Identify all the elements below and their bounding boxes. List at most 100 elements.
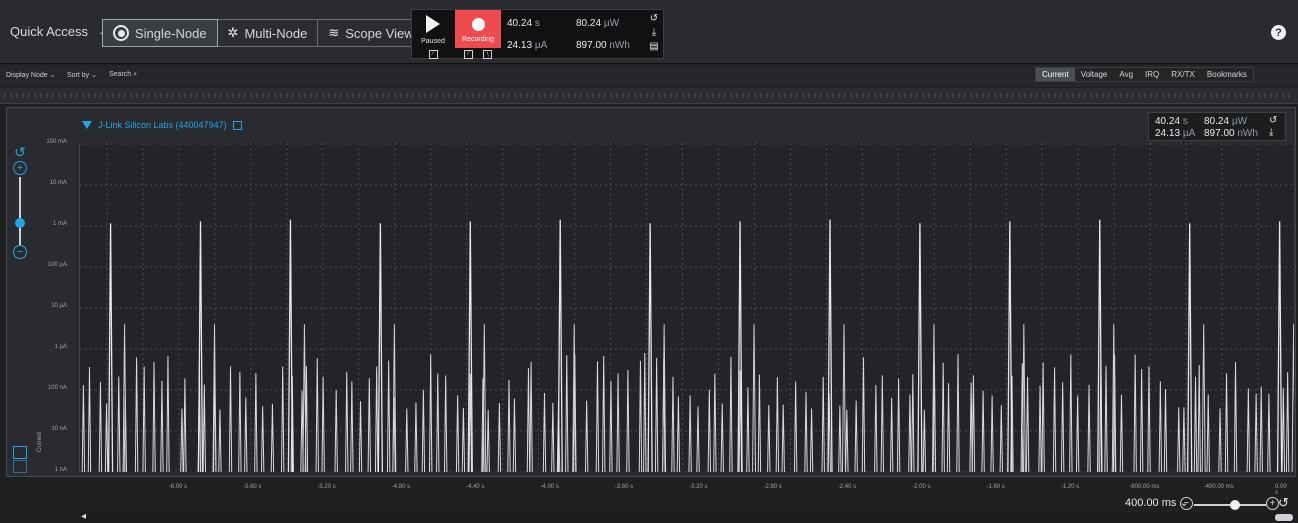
energy-value: 897.00 — [576, 40, 607, 51]
current-pulse — [1224, 373, 1229, 473]
y-axis: 100 mA 10 mA 1 mA 100 µA 10 µA 1 µA 100 … — [7, 139, 79, 475]
current-spike — [1276, 221, 1283, 473]
current-pulse — [654, 357, 659, 473]
current-pulse — [696, 406, 700, 473]
scope-view-button[interactable]: ≋ Scope View — [318, 19, 425, 47]
current-pulse — [821, 376, 825, 473]
display-icon[interactable]: ▤ — [649, 41, 658, 52]
tab-voltage[interactable]: Voltage — [1075, 68, 1114, 81]
current-pulse — [720, 403, 724, 473]
device-energy-unit: nWh — [1237, 128, 1258, 139]
scope-view-icon: ≋ — [328, 25, 340, 40]
current-pulse — [1246, 388, 1251, 473]
current-pulse — [254, 373, 258, 473]
current-spike — [1187, 223, 1193, 473]
reset-icon[interactable]: ↺ — [1269, 115, 1277, 126]
scroll-thumb[interactable] — [1275, 514, 1293, 521]
current-plot[interactable] — [79, 143, 1294, 473]
current-pulse — [551, 402, 555, 473]
play-icon — [426, 15, 440, 33]
single-node-label: Single-Node — [135, 25, 207, 41]
current-readout: 24.13 µA — [507, 40, 547, 51]
current-pulse — [87, 366, 92, 473]
control-actions: ↺ ⤓ ▤ — [645, 13, 663, 52]
time-value: 40.24 — [507, 18, 533, 29]
current-pulse — [781, 404, 785, 473]
current-pulse — [1218, 408, 1222, 473]
record-button[interactable]: Recording — [455, 10, 501, 48]
search-button[interactable]: Search ⌕ — [109, 71, 137, 79]
save-icon[interactable]: ⤓ — [1269, 127, 1273, 138]
current-pulse — [1259, 386, 1263, 473]
overview-scrubber[interactable] — [0, 88, 1298, 104]
tab-current[interactable]: Current — [1036, 68, 1075, 81]
current-spike — [557, 219, 563, 473]
time-zoom-knob[interactable] — [1230, 500, 1240, 510]
y-tick-label: 100 nA — [47, 385, 67, 391]
current-pulse — [436, 373, 440, 473]
y-axis-label: Current — [37, 431, 43, 452]
recording-label: Recording — [462, 35, 494, 43]
expand-icon[interactable]: ∖ — [483, 49, 492, 59]
current-pulse — [81, 385, 86, 473]
metric-tabs: Current Voltage Avg IRQ RX/TX Bookmarks — [1035, 67, 1254, 82]
time-zoom-slider[interactable] — [1194, 500, 1266, 510]
current-pulse — [565, 355, 569, 473]
current-pulse — [971, 375, 976, 473]
tab-avg[interactable]: Avg — [1113, 68, 1139, 81]
tab-rxtx[interactable]: RX/TX — [1165, 68, 1201, 81]
energy-readout: 897.00 nWh — [576, 40, 630, 51]
current-pulse — [1133, 354, 1137, 473]
current-pulse — [1233, 362, 1238, 473]
current-pulse — [1052, 367, 1057, 473]
top-bar: Quick Access ⌄ Single-Node ✲ Multi-Node … — [0, 0, 1298, 64]
paused-label: Paused — [421, 38, 445, 45]
current-pulse — [160, 380, 164, 473]
single-node-button[interactable]: Single-Node — [102, 19, 218, 47]
zoom-out-icon[interactable]: − — [1180, 497, 1193, 510]
quick-access-menu[interactable]: Quick Access ⌄ — [10, 24, 107, 39]
save-icon[interactable]: ⤓ — [652, 27, 656, 38]
help-icon[interactable]: ? — [1271, 25, 1286, 40]
reset-icon[interactable]: ↺ — [650, 13, 658, 24]
current-pulse — [183, 378, 187, 473]
current-pulse — [793, 381, 798, 473]
current-pulse — [889, 397, 894, 473]
current-pulse — [908, 394, 912, 473]
collapse-triangle-icon[interactable] — [82, 121, 92, 129]
scroll-left-icon[interactable]: ◂ — [81, 511, 86, 522]
y-tick-label: 1 nA — [54, 467, 67, 473]
device-power: 80.24 µW — [1204, 116, 1247, 127]
current-spike-secondary — [841, 324, 846, 473]
current-pulse — [507, 379, 511, 473]
multi-node-button[interactable]: ✲ Multi-Node — [217, 19, 319, 47]
device-header[interactable]: J-Link Silicon Labs (440047947) — [82, 120, 242, 130]
current-pulse — [1104, 365, 1108, 473]
current-pulse — [1285, 372, 1290, 473]
current-spike — [377, 223, 384, 473]
current-pulse — [999, 405, 1003, 473]
current-pulse — [775, 377, 780, 473]
current-pulse — [1069, 354, 1073, 473]
sort-by-label: Sort by — [67, 72, 90, 79]
sort-by-dropdown[interactable]: Sort by ⌄ — [67, 71, 97, 79]
current-pulse — [729, 356, 733, 473]
current-pulse — [707, 389, 712, 473]
current-pulse — [809, 408, 814, 473]
device-options-icon[interactable] — [232, 120, 242, 130]
power-unit: µW — [603, 18, 620, 29]
current-spike — [107, 223, 114, 473]
pause-options: ∕ — [412, 48, 454, 60]
tab-bookmarks[interactable]: Bookmarks — [1201, 68, 1253, 81]
current-pulse — [638, 360, 643, 473]
display-node-dropdown[interactable]: Display Node ⌄ — [6, 71, 55, 79]
reset-icon[interactable]: ↺ — [1278, 495, 1289, 511]
current-spike-secondary — [302, 324, 307, 473]
horizontal-scrollbar[interactable]: ◂ — [79, 511, 1295, 522]
resize-icon[interactable]: ∕ — [464, 49, 473, 59]
tab-irq[interactable]: IRQ — [1139, 68, 1165, 81]
resize-icon[interactable]: ∕ — [428, 49, 438, 59]
pause-button[interactable]: Paused — [412, 10, 454, 48]
current-pulse — [643, 353, 647, 473]
energy-unit: nWh — [609, 40, 630, 51]
